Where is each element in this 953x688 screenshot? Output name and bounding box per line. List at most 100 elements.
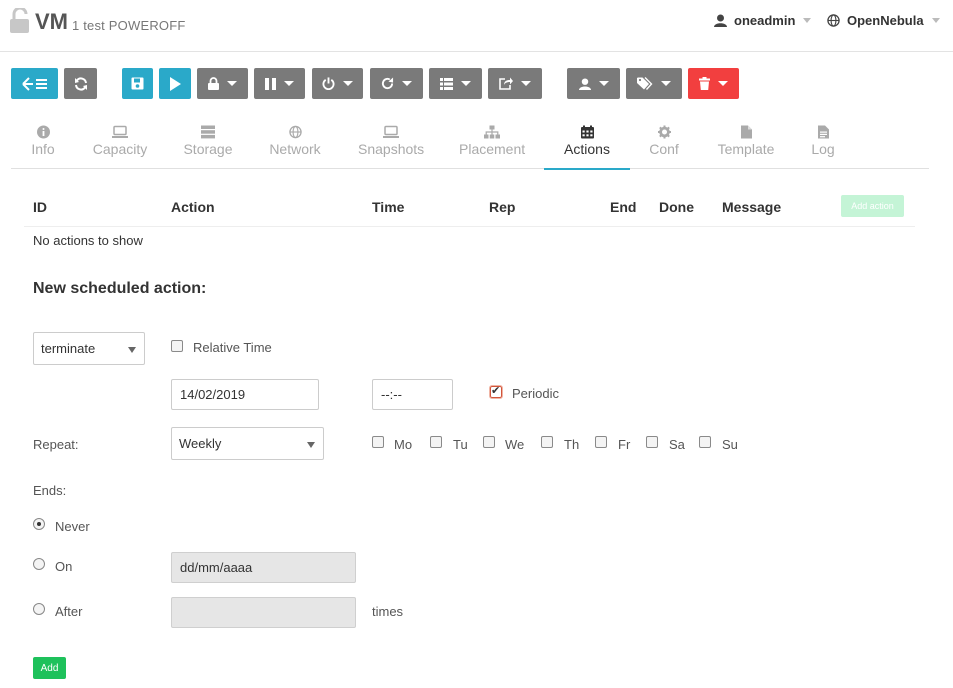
chevron-down-icon	[803, 18, 812, 23]
day-label-we: We	[505, 437, 525, 452]
chevron-down-icon	[284, 81, 294, 86]
power-icon	[322, 77, 335, 90]
end-date-input[interactable]: dd/mm/aaaa	[171, 552, 356, 583]
column-header-message: Message	[722, 199, 782, 215]
ends-after-label: After	[55, 604, 83, 619]
day-label-sa: Sa	[669, 437, 685, 452]
play-button[interactable]	[159, 68, 191, 99]
action-select[interactable]: terminate	[33, 332, 145, 365]
column-header-action: Action	[171, 199, 215, 215]
date-value: 14/02/2019	[180, 387, 246, 402]
periodic-checkbox[interactable]	[489, 384, 503, 399]
chevron-down-icon	[598, 81, 609, 86]
ends-never-radio[interactable]	[33, 518, 45, 530]
add-action-button[interactable]: Add action	[841, 195, 904, 217]
time-input[interactable]: --:--	[372, 379, 453, 410]
repeat-select[interactable]: Weekly	[171, 427, 324, 460]
zone-menu[interactable]: OpenNebula	[827, 13, 940, 28]
column-header-time: Time	[372, 199, 405, 215]
list-icon	[440, 77, 453, 90]
end-times-input[interactable]	[171, 597, 356, 628]
tab-info[interactable]: Info	[21, 122, 65, 169]
save-icon	[131, 77, 144, 90]
export-button[interactable]	[488, 68, 542, 99]
add-button[interactable]: Add	[33, 657, 66, 679]
repeat-select-value: Weekly	[179, 436, 222, 451]
form-title: New scheduled action:	[33, 280, 207, 297]
time-value: --:--	[381, 387, 402, 402]
calendar-icon	[580, 125, 594, 139]
back-to-list-button[interactable]	[11, 68, 58, 99]
export-icon	[499, 77, 513, 90]
lock-icon	[208, 77, 219, 90]
file-text-icon	[817, 125, 829, 139]
top-bar: VM 1 test POWEROFF oneadmin OpenNebula	[0, 0, 953, 52]
empty-table-message: No actions to show	[33, 233, 143, 248]
day-checkbox-we[interactable]	[483, 436, 495, 448]
day-checkbox-tu[interactable]	[430, 436, 442, 448]
tab-template[interactable]: Template	[714, 122, 778, 169]
tab-placement[interactable]: Placement	[459, 122, 525, 169]
chevron-down-icon	[307, 442, 315, 448]
user-icon	[578, 77, 591, 90]
tab-capacity[interactable]: Capacity	[90, 122, 150, 169]
chevron-down-icon	[227, 81, 237, 86]
chevron-down-icon	[402, 81, 412, 86]
chevron-down-icon	[931, 18, 940, 23]
info-icon	[36, 125, 50, 139]
relative-time-label: Relative Time	[193, 340, 272, 355]
tab-actions[interactable]: Actions	[544, 122, 630, 170]
ends-label: Ends:	[33, 483, 67, 498]
refresh-icon	[74, 76, 87, 91]
user-name: oneadmin	[734, 13, 796, 28]
ends-never-label: Never	[55, 519, 90, 534]
tab-storage[interactable]: Storage	[182, 122, 234, 169]
globe-icon	[288, 125, 302, 139]
pause-button[interactable]	[254, 68, 305, 99]
user-icon	[714, 14, 727, 27]
day-label-tu: Tu	[453, 437, 468, 452]
ends-on-label: On	[55, 559, 73, 574]
day-label-mo: Mo	[394, 437, 413, 452]
tab-snapshots[interactable]: Snapshots	[358, 122, 424, 169]
trash-icon	[699, 77, 710, 90]
storage-icon	[201, 125, 215, 139]
column-header-end: End	[610, 199, 637, 215]
day-checkbox-sa[interactable]	[646, 436, 658, 448]
labels-button[interactable]	[626, 68, 682, 99]
times-label: times	[372, 604, 404, 619]
day-checkbox-mo[interactable]	[372, 436, 384, 448]
day-checkbox-th[interactable]	[541, 436, 553, 448]
ends-after-radio[interactable]	[33, 603, 45, 615]
delete-button[interactable]	[688, 68, 739, 99]
tab-network[interactable]: Network	[266, 122, 324, 169]
end-date-placeholder: dd/mm/aaaa	[180, 560, 253, 575]
gear-icon	[657, 125, 671, 139]
list-button[interactable]	[429, 68, 482, 99]
tab-conf[interactable]: Conf	[647, 122, 681, 169]
lock-button[interactable]	[197, 68, 248, 99]
zone-name: OpenNebula	[847, 13, 924, 28]
chevron-down-icon	[521, 81, 531, 86]
column-header-id: ID	[33, 199, 47, 215]
pause-icon	[265, 77, 276, 90]
chevron-down-icon	[718, 81, 728, 86]
column-header-done: Done	[659, 199, 694, 215]
save-button[interactable]	[122, 68, 153, 99]
refresh-button[interactable]	[64, 68, 97, 99]
page-title: VM	[35, 9, 68, 34]
action-select-value: terminate	[41, 341, 96, 356]
relative-time-checkbox[interactable]	[171, 340, 183, 352]
user-menu[interactable]: oneadmin	[714, 13, 812, 28]
power-button[interactable]	[312, 68, 363, 99]
day-checkbox-su[interactable]	[699, 436, 711, 448]
chevron-down-icon	[461, 81, 471, 86]
play-icon	[170, 76, 181, 91]
reboot-button[interactable]	[370, 68, 423, 99]
date-input[interactable]: 14/02/2019	[171, 379, 319, 410]
change-owner-button[interactable]	[567, 68, 620, 99]
laptop-icon	[383, 125, 399, 138]
day-checkbox-fr[interactable]	[595, 436, 607, 448]
ends-on-radio[interactable]	[33, 558, 45, 570]
tab-log[interactable]: Log	[808, 122, 838, 169]
